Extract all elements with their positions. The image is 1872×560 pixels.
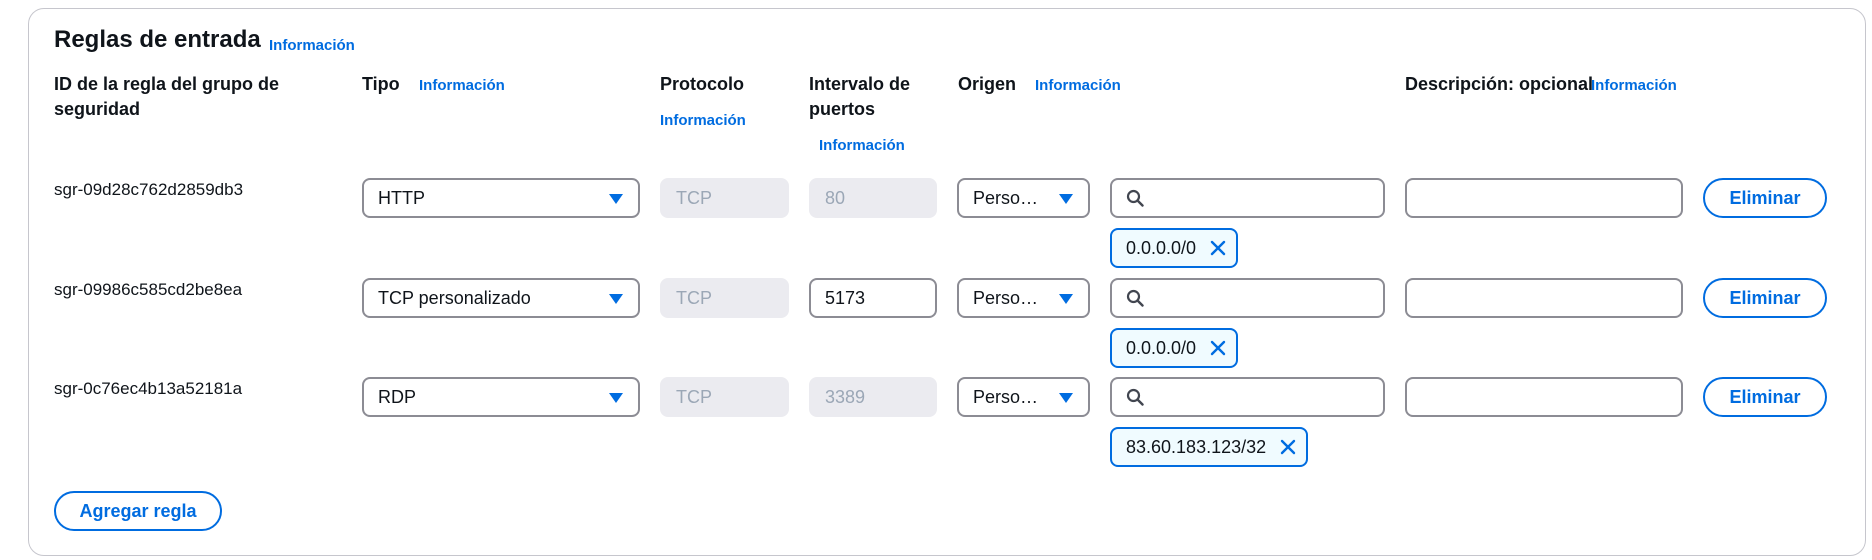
source-type-value: Perso… (973, 386, 1039, 407)
caret-down-icon (609, 294, 623, 304)
column-header-protocol: Protocolo (660, 74, 744, 94)
source-type-value: Perso… (973, 187, 1039, 208)
section-info-link[interactable]: Información (269, 37, 355, 54)
type-select[interactable]: TCP personalizado (362, 278, 640, 318)
source-type-select[interactable]: Perso… (957, 377, 1090, 417)
column-header-rule-id: ID de la regla del grupo de seguridad (54, 74, 280, 119)
source-token: 0.0.0.0/0 (1110, 328, 1239, 368)
description-input[interactable] (1405, 377, 1683, 417)
rule-id: sgr-0c76ec4b13a52181a (54, 379, 243, 398)
source-token-label: 0.0.0.0/0 (1126, 237, 1197, 258)
column-header-description: Descripción: opcional (1405, 74, 1594, 94)
caret-down-icon (1059, 294, 1073, 304)
type-select[interactable]: RDP (362, 377, 640, 417)
close-icon[interactable] (1210, 240, 1226, 256)
port-range-value: 5173 (825, 287, 866, 308)
source-type-value: Perso… (973, 287, 1039, 308)
source-type-select[interactable]: Perso… (957, 178, 1090, 218)
column-header-source: Origen (958, 74, 1017, 94)
column-header-type: Tipo (362, 74, 400, 94)
caret-down-icon (1059, 393, 1073, 403)
rule-id: sgr-09d28c762d2859db3 (54, 180, 244, 199)
source-search-input[interactable] (1110, 377, 1385, 417)
port-range-info-link[interactable]: Información (819, 137, 905, 154)
source-type-select[interactable]: Perso… (957, 278, 1090, 318)
type-info-link[interactable]: Información (419, 77, 505, 94)
port-range-field: 80 (809, 178, 937, 218)
protocol-field: TCP (660, 278, 789, 318)
type-select[interactable]: HTTP (362, 178, 640, 218)
delete-rule-button[interactable]: Eliminar (1703, 178, 1827, 218)
caret-down-icon (609, 194, 623, 204)
type-select-value: TCP personalizado (378, 287, 531, 308)
type-select-value: HTTP (378, 187, 425, 208)
column-header-port-range: Intervalo de puertos (809, 74, 911, 119)
source-info-link[interactable]: Información (1035, 77, 1121, 94)
protocol-field: TCP (660, 178, 789, 218)
section-title: Reglas de entrada (54, 26, 261, 53)
search-icon (1126, 189, 1144, 207)
delete-rule-button[interactable]: Eliminar (1703, 377, 1827, 417)
close-icon[interactable] (1280, 439, 1296, 455)
caret-down-icon (609, 393, 623, 403)
description-input[interactable] (1405, 278, 1683, 318)
source-search-input[interactable] (1110, 178, 1385, 218)
protocol-info-link[interactable]: Información (660, 112, 746, 129)
protocol-field: TCP (660, 377, 789, 417)
caret-down-icon (1059, 194, 1073, 204)
rule-id: sgr-09986c585cd2be8ea (54, 280, 243, 299)
description-info-link[interactable]: Información (1591, 77, 1677, 94)
port-range-field: 3389 (809, 377, 937, 417)
search-icon (1126, 289, 1144, 307)
description-input[interactable] (1405, 178, 1683, 218)
source-token-label: 0.0.0.0/0 (1126, 337, 1197, 358)
search-icon (1126, 388, 1144, 406)
delete-rule-button[interactable]: Eliminar (1703, 278, 1827, 318)
close-icon[interactable] (1210, 340, 1226, 356)
type-select-value: RDP (378, 386, 417, 407)
source-token: 83.60.183.123/32 (1110, 427, 1309, 467)
port-range-input[interactable]: 5173 (809, 278, 937, 318)
source-search-input[interactable] (1110, 278, 1385, 318)
add-rule-button[interactable]: Agregar regla (54, 491, 222, 531)
source-token-label: 83.60.183.123/32 (1126, 436, 1267, 457)
source-token: 0.0.0.0/0 (1110, 228, 1239, 268)
